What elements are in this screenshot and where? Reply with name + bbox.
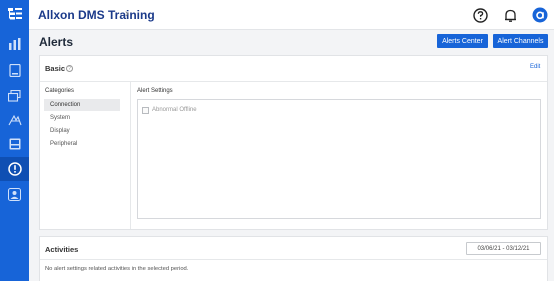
tools-icon [8, 114, 22, 126]
nav-devices[interactable] [0, 58, 29, 82]
nav-account[interactable] [0, 182, 29, 206]
nav-rail [0, 0, 29, 281]
activities-title: Activities [45, 245, 79, 254]
avatar-icon [532, 7, 548, 23]
help-icon [472, 7, 488, 23]
alerts-center-button[interactable]: Alerts Center [437, 34, 488, 48]
basic-title: Basic [45, 64, 66, 73]
top-bar: Allxon DMS Training › [29, 0, 554, 30]
alert-settings-label: Alert Settings [137, 88, 173, 94]
date-range-picker[interactable]: 03/06/21 - 03/12/21 [466, 242, 541, 255]
avatar[interactable] [530, 5, 550, 25]
help-button[interactable] [470, 5, 490, 25]
menu-button[interactable] [0, 2, 29, 26]
basic-column-divider [130, 82, 131, 229]
alert-icon [7, 162, 22, 176]
layers-icon [8, 90, 21, 102]
activities-empty-message: No alert settings related activities in … [45, 266, 189, 272]
nav-alerts[interactable] [0, 157, 29, 181]
app-title[interactable]: Allxon DMS Training [38, 8, 155, 22]
help-circle-icon[interactable]: ? [66, 65, 73, 72]
alert-settings-panel [137, 99, 541, 219]
abnormal-offline-checkbox[interactable] [142, 107, 149, 114]
bar-chart-icon [8, 38, 20, 50]
page-title: Alerts [39, 35, 74, 49]
chevron-right-icon[interactable]: › [125, 8, 129, 20]
notifications-button[interactable] [500, 5, 520, 25]
inbox-icon [9, 138, 20, 150]
activities-divider [40, 259, 547, 260]
menu-icon [7, 8, 22, 20]
category-system[interactable]: System [44, 112, 120, 124]
nav-inbox[interactable] [0, 132, 29, 156]
categories-label: Categories [45, 88, 75, 94]
nav-groups[interactable] [0, 84, 29, 108]
device-icon [8, 63, 21, 77]
nav-tools[interactable] [0, 108, 29, 132]
alert-channels-button[interactable]: Alert Channels [493, 34, 548, 48]
category-display[interactable]: Display [44, 125, 120, 137]
user-badge-icon [8, 187, 21, 201]
bell-icon [504, 9, 516, 22]
nav-dashboard[interactable] [0, 32, 29, 56]
edit-link[interactable]: Edit [530, 64, 540, 70]
basic-divider [40, 81, 547, 82]
category-connection[interactable]: Connection [44, 99, 120, 111]
category-peripheral[interactable]: Peripheral [44, 138, 120, 150]
abnormal-offline-label: Abnormal Offline [152, 107, 197, 113]
